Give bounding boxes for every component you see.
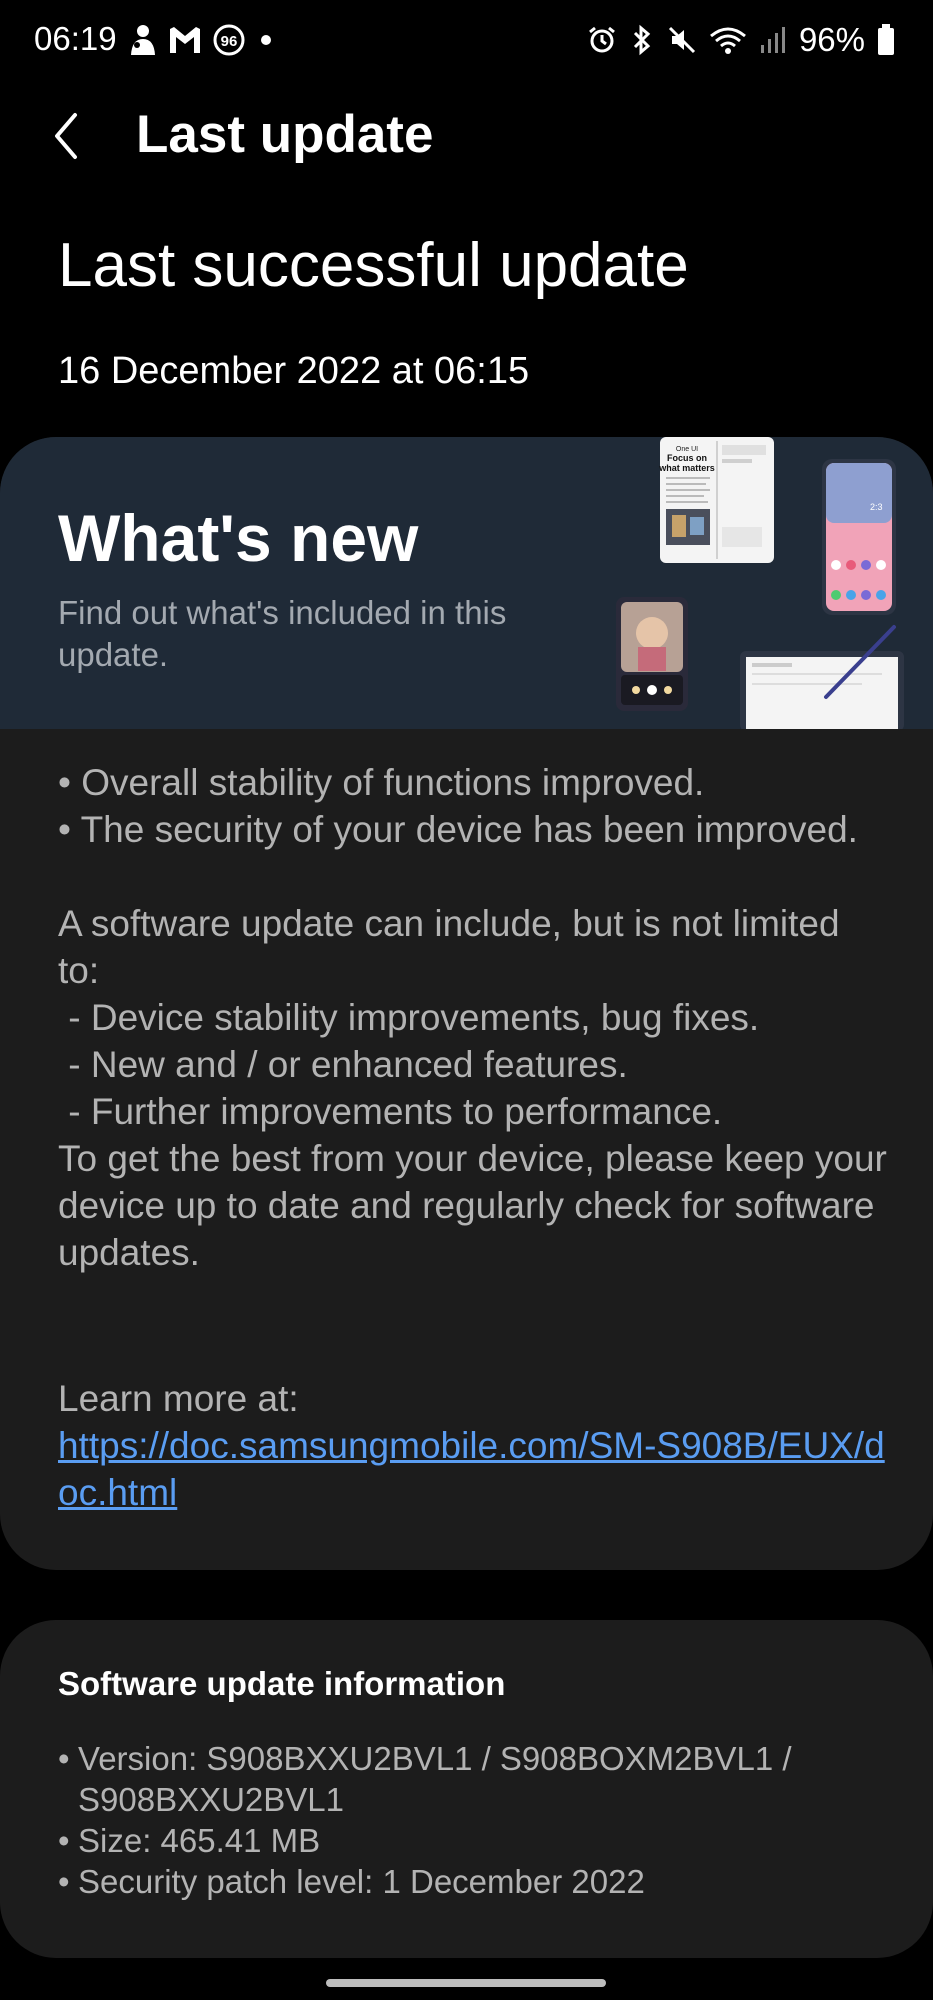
page-title: Last update: [136, 105, 434, 164]
dot-icon: [256, 30, 276, 50]
home-indicator[interactable]: [326, 1979, 606, 1987]
badge-icon: 96: [212, 23, 246, 57]
battery-percent: 96%: [798, 21, 865, 58]
last-update-heading: Last successful update: [58, 231, 689, 300]
promo-text-3: what matters: [658, 463, 715, 473]
whats-new-card: What's new Find out what's included in t…: [0, 437, 933, 1570]
promo-text-2: Focus on: [667, 453, 707, 463]
status-bar: 06:19 96 96%: [0, 0, 933, 80]
notification-icons: 96: [128, 20, 276, 60]
battery-icon: [877, 24, 895, 56]
svg-text:2:3: 2:3: [870, 502, 883, 512]
signal-icon: [759, 25, 787, 55]
release-notes: • Overall stability of functions improve…: [58, 762, 887, 1273]
info-size: Size: 465.41 MB: [58, 1820, 888, 1861]
promo-devices-illustration: One UI Focus on what matters 2:3: [616, 437, 904, 729]
system-icons: 96%: [587, 20, 895, 60]
gmail-icon: [168, 25, 202, 55]
app-header: Last update: [0, 96, 933, 176]
alarm-icon: [587, 25, 617, 55]
info-version: Version: S908BXXU2BVL1 / S908BOXM2BVL1 /…: [58, 1738, 888, 1820]
software-info-list: Version: S908BXXU2BVL1 / S908BOXM2BVL1 /…: [58, 1738, 888, 1902]
chevron-left-icon: [55, 113, 77, 159]
learn-more-link[interactable]: https://doc.samsungmobile.com/SM-S908B/E…: [58, 1422, 888, 1516]
whats-new-subtitle: Find out what's included in this update.: [58, 594, 507, 673]
wifi-icon: [709, 25, 747, 55]
mute-icon: [667, 25, 697, 55]
badge-count: 96: [221, 33, 238, 50]
promo-text-1: One UI: [676, 446, 698, 453]
status-time: 06:19: [34, 20, 117, 57]
back-button[interactable]: [44, 106, 88, 166]
learn-more-label: Learn more at:: [58, 1378, 299, 1419]
whats-new-title: What's new: [58, 501, 419, 575]
info-security-patch: Security patch level: 1 December 2022: [58, 1861, 888, 1902]
software-info-card: Software update information Version: S90…: [0, 1620, 933, 1958]
person-icon: [128, 23, 158, 57]
whats-new-banner[interactable]: What's new Find out what's included in t…: [0, 437, 933, 729]
software-info-title: Software update information: [58, 1665, 506, 1702]
last-update-date: 16 December 2022 at 06:15: [58, 350, 530, 392]
bluetooth-icon: [629, 24, 655, 56]
